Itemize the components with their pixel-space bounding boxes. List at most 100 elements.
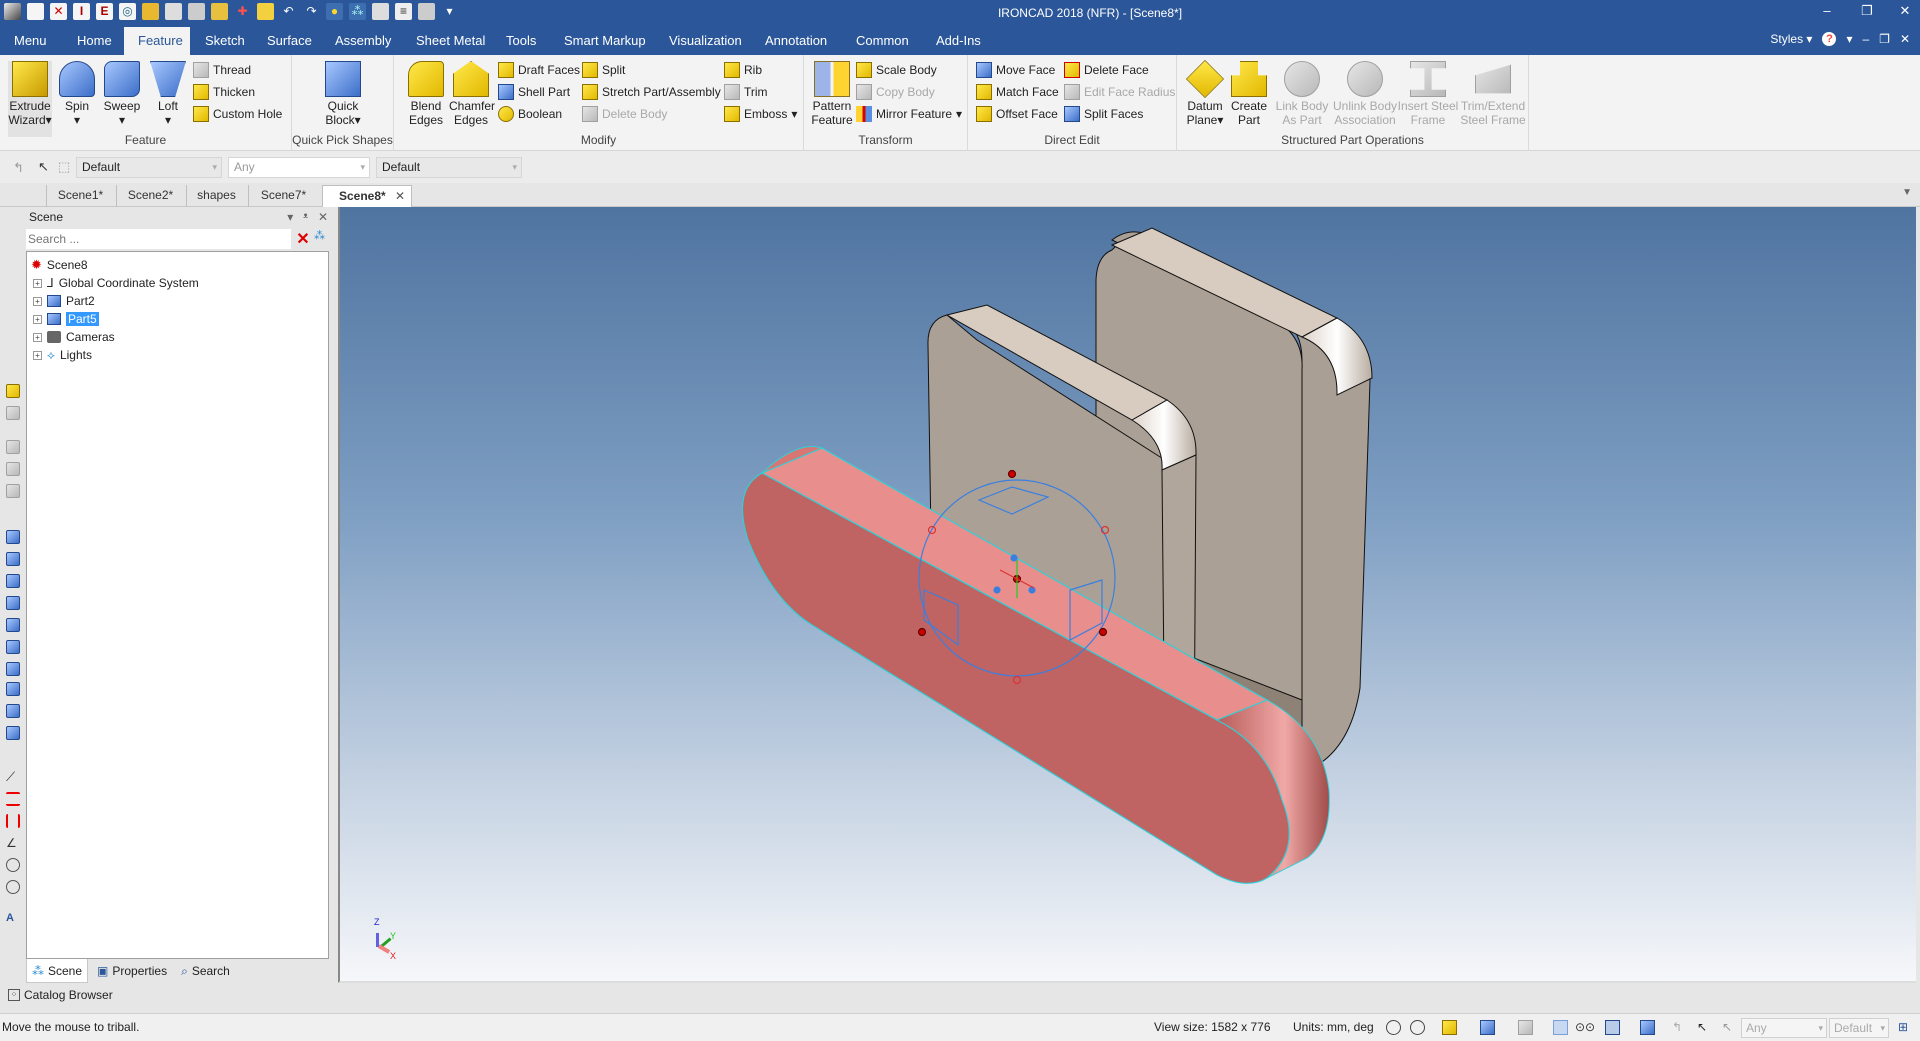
select-cursor-icon[interactable]: ↖ (38, 159, 49, 175)
doc-tab-scene7[interactable]: Scene7* (248, 185, 318, 207)
doc-tab-scene8[interactable]: Scene8* ✕ (322, 185, 412, 207)
new-icon[interactable] (27, 3, 44, 20)
customize-icon[interactable]: ▾ (441, 3, 458, 20)
select-parent-icon[interactable]: ↰ (13, 160, 24, 176)
tab-assembly[interactable]: Assembly (321, 27, 405, 55)
radius-dimension-icon[interactable] (6, 858, 20, 872)
catalog-icon[interactable] (257, 3, 274, 20)
annotation-text-icon[interactable]: A (6, 912, 20, 926)
tab-home[interactable]: Home (63, 27, 126, 55)
close-button[interactable]: ✕ (1890, 3, 1920, 19)
select-filter-icon[interactable]: ⬚ (58, 159, 70, 175)
help-icon[interactable]: ? (1822, 32, 1837, 46)
panel-tab-properties[interactable]: ▣ Properties (92, 959, 172, 983)
view-left-icon[interactable] (6, 574, 20, 588)
view-top-icon[interactable] (6, 552, 20, 566)
pick-parent-icon[interactable]: ↰ (1672, 1020, 1687, 1035)
doc-tab-scene1[interactable]: Scene1* (46, 185, 114, 207)
tab-list-dropdown-icon[interactable]: ▼ (1902, 187, 1912, 198)
create-part-button[interactable]: Create Part (1227, 61, 1271, 127)
tree-node-cameras[interactable]: + Cameras (33, 328, 115, 346)
glasses-icon[interactable]: ⊙⊙ (1575, 1020, 1595, 1035)
tab-menu[interactable]: Menu (0, 27, 61, 55)
view-cube-icon[interactable] (1605, 1020, 1620, 1035)
close-doc-icon[interactable]: ✕ (50, 3, 67, 20)
render-mode-icon[interactable] (1442, 1020, 1457, 1035)
datum-plane-button[interactable]: Datum Plane▾ (1181, 59, 1229, 127)
offset-face-button[interactable]: Offset Face (976, 104, 1058, 124)
catalog-browser-tab[interactable]: ⁘ Catalog Browser (8, 988, 113, 1002)
panel-tab-search[interactable]: ⌕ Search (176, 959, 235, 983)
panel-tab-scene[interactable]: ⁂ Scene (26, 959, 89, 983)
style-select[interactable]: Default ▾ (76, 157, 222, 178)
doc-tab-scene2[interactable]: Scene2* (116, 185, 184, 207)
redo-icon[interactable]: ↷ (303, 3, 320, 20)
extrude-wizard-button[interactable]: Extrude Wizard▾ (8, 61, 52, 137)
styles-dropdown[interactable]: Styles ▾ (1770, 32, 1812, 46)
view-iso3-icon[interactable] (6, 704, 20, 718)
tab-smart-markup[interactable]: Smart Markup (550, 27, 660, 55)
mirror-feature-button[interactable]: Mirror Feature ▾ (856, 104, 962, 124)
smart-dimension-icon[interactable]: ⟋ (6, 770, 20, 784)
app-menu-icon[interactable] (4, 3, 21, 20)
tab-sketch[interactable]: Sketch (191, 27, 259, 55)
properties-list-icon[interactable]: ≡ (395, 3, 412, 20)
view-right-icon[interactable] (6, 596, 20, 610)
view-iso1-icon[interactable] (6, 662, 20, 676)
scene-tree-options-icon[interactable]: ⁂ (314, 229, 330, 249)
horizontal-dimension-icon[interactable] (6, 792, 20, 806)
undo-icon[interactable]: ↶ (280, 3, 297, 20)
expand-icon[interactable]: + (33, 296, 42, 306)
delete-face-button[interactable]: Delete Face (1064, 60, 1149, 80)
hierarchy-icon[interactable]: ⊞ (1898, 1020, 1913, 1035)
draft-faces-button[interactable]: Draft Faces (498, 60, 580, 80)
angular-dimension-icon[interactable]: ∠ (6, 836, 20, 850)
open-icon[interactable] (142, 3, 159, 20)
expand-icon[interactable]: + (33, 314, 42, 324)
publish-icon[interactable] (211, 3, 228, 20)
tree-node-part5[interactable]: + Part5 (33, 310, 99, 328)
shell-part-button[interactable]: Shell Part (498, 82, 570, 102)
expand-icon[interactable]: + (33, 332, 42, 342)
camera-mode-icon[interactable] (1518, 1020, 1533, 1035)
move-face-button[interactable]: Move Face (976, 60, 1055, 80)
view-iso2-icon[interactable] (6, 682, 20, 696)
spin-button[interactable]: Spin ▾ (55, 61, 99, 127)
tab-sheet-metal[interactable]: Sheet Metal (402, 27, 499, 55)
doc-tab-shapes[interactable]: shapes (186, 185, 246, 207)
view-bottom-icon[interactable] (6, 640, 20, 654)
doc-minimize-button[interactable]: ‒ (1862, 32, 1869, 46)
help-dropdown-icon[interactable]: ▾ (1846, 32, 1852, 46)
display-mode-icon[interactable] (1640, 1020, 1655, 1035)
export-icon[interactable]: I (73, 3, 90, 20)
add-item-icon[interactable] (6, 384, 20, 398)
insert-part-icon[interactable]: ✚ (234, 3, 251, 20)
status-filter-select[interactable]: Any ▾ (1741, 1018, 1827, 1038)
pattern-feature-button[interactable]: Pattern Feature (810, 61, 854, 127)
smartpaint-icon[interactable]: ● (326, 3, 343, 20)
custom-hole-button[interactable]: Custom Hole (193, 104, 282, 124)
unlink-body-button[interactable]: Unlink Body Association (1332, 61, 1398, 127)
panel-menu-icon[interactable]: ▾ (287, 207, 293, 227)
preview-icon[interactable]: ◎ (119, 3, 136, 20)
insert-steel-frame-button[interactable]: Insert Steel Frame (1396, 61, 1460, 127)
save-as-icon[interactable] (188, 3, 205, 20)
render-style-select[interactable]: Default ▾ (376, 157, 522, 178)
tab-tools[interactable]: Tools (492, 27, 550, 55)
scene-search-input[interactable] (26, 229, 291, 249)
tab-surface[interactable]: Surface (253, 27, 326, 55)
rib-button[interactable]: Rib (724, 60, 762, 80)
tab-feature[interactable]: Feature (124, 27, 190, 55)
tree-node-scene8[interactable]: ✹ Scene8 (31, 256, 88, 274)
thread-button[interactable]: Thread (193, 60, 251, 80)
scene-browser-icon[interactable]: ⁂ (349, 3, 366, 20)
tree-node-part2[interactable]: + Part2 (33, 292, 95, 310)
status-style-select[interactable]: Default ▾ (1829, 1018, 1889, 1038)
emboss-button[interactable]: Emboss ▾ (724, 104, 797, 124)
clear-search-icon[interactable]: ✕ (294, 229, 312, 249)
close-tab-icon[interactable]: ✕ (395, 186, 405, 207)
view-style-icon[interactable] (1480, 1020, 1495, 1035)
grid-icon[interactable] (372, 3, 389, 20)
view3-disabled-icon[interactable] (6, 462, 20, 476)
vertical-dimension-icon[interactable] (6, 814, 20, 828)
